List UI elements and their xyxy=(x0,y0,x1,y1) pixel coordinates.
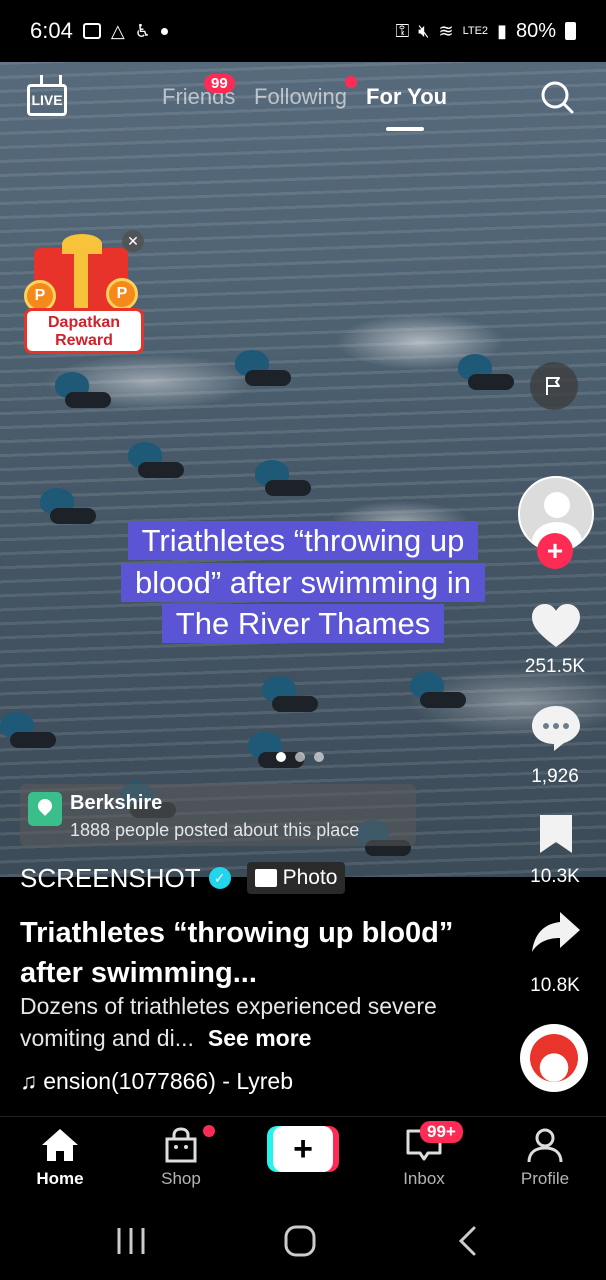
save-count: 10.3K xyxy=(530,866,580,887)
bookmark-icon[interactable] xyxy=(537,812,575,856)
status-bar: 6:04 △ ♿ ⚿ 🔇︎ ≋ LTE2 ▮ 80% xyxy=(0,0,606,62)
friends-badge: 99 xyxy=(204,74,235,93)
shopping-bag-icon xyxy=(165,1127,197,1163)
music-disc-art xyxy=(530,1034,578,1082)
profile-icon xyxy=(527,1128,563,1163)
follow-button[interactable]: + xyxy=(537,533,573,569)
overlay-line-text: The River Thames xyxy=(161,604,445,643)
create-post-button[interactable]: + xyxy=(267,1126,339,1172)
photo-icon xyxy=(254,869,277,887)
overlay-line-text: blood” after swimming in xyxy=(121,563,485,602)
overlay-line: Triathletes “throwing up xyxy=(0,520,606,562)
home-button-icon[interactable] xyxy=(283,1224,317,1258)
overlay-line: blood” after swimming in xyxy=(0,562,606,604)
tab-home[interactable]: Home xyxy=(10,1127,110,1189)
swimmer-figure xyxy=(0,712,56,748)
tab-home-label: Home xyxy=(36,1169,84,1188)
carousel-dot xyxy=(314,752,324,762)
music-note-icon: ♫ xyxy=(20,1068,38,1094)
battery-percent: 80% xyxy=(515,19,556,42)
location-card[interactable]: Berkshire 1888 people posted about this … xyxy=(20,784,416,846)
active-tab-indicator xyxy=(386,127,424,131)
mute-icon: 🔇︎ xyxy=(418,20,430,41)
flag-icon xyxy=(546,377,560,395)
photo-type-pill: Photo xyxy=(246,862,346,894)
carousel-dot-active xyxy=(276,752,286,762)
swimmer-figure xyxy=(410,672,466,708)
swimmer-figure xyxy=(55,372,111,408)
comment-icon[interactable] xyxy=(530,704,582,752)
wifi-icon: ≋ xyxy=(438,20,454,41)
share-count: 10.8K xyxy=(530,975,580,996)
location-name: Berkshire xyxy=(70,792,163,814)
status-time: 6:04 xyxy=(30,18,73,43)
overlay-line-text: Triathletes “throwing up xyxy=(127,521,479,560)
gift-bow-icon xyxy=(62,234,102,254)
network-label: LTE2 xyxy=(462,25,489,37)
music-title: ension(1077866) - Lyreb xyxy=(43,1068,294,1094)
carousel-dot xyxy=(295,752,305,762)
signal-icon: ▮ xyxy=(497,20,507,41)
plus-icon: + xyxy=(273,1126,333,1172)
post-title[interactable]: Triathletes “throwing up blo0d” after sw… xyxy=(20,913,460,993)
tab-following[interactable]: Following xyxy=(254,84,347,110)
photo-type-label: Photo xyxy=(282,866,338,889)
live-icon[interactable]: LIVE xyxy=(27,84,67,116)
following-dot xyxy=(345,76,357,88)
swimmer-figure xyxy=(40,488,96,524)
verified-badge-icon: ✓ xyxy=(208,867,231,889)
music-disc-button[interactable] xyxy=(520,1024,588,1092)
accessibility-icon: ♿ xyxy=(134,20,151,41)
author-row: SCREENSHOT ✓ Photo xyxy=(20,862,346,894)
system-navigation-bar xyxy=(0,1200,606,1280)
home-icon xyxy=(42,1129,78,1161)
swimmer-figure xyxy=(458,354,514,390)
author-name[interactable]: SCREENSHOT xyxy=(20,863,201,894)
tab-inbox-label: Inbox xyxy=(403,1169,445,1188)
swimmer-figure xyxy=(235,350,291,386)
like-count: 251.5K xyxy=(524,656,586,677)
location-subtitle: 1888 people posted about this place xyxy=(70,820,360,840)
comment-count: 1,926 xyxy=(531,766,579,787)
live-label: LIVE xyxy=(31,92,63,108)
close-icon[interactable]: ✕ xyxy=(122,230,144,252)
tab-profile-label: Profile xyxy=(520,1169,570,1188)
recent-apps-icon[interactable] xyxy=(114,1226,148,1256)
coin-icon: P xyxy=(106,278,138,310)
gallery-icon xyxy=(82,23,101,39)
report-flag-button[interactable] xyxy=(530,362,578,410)
inbox-badge: 99+ xyxy=(420,1121,463,1143)
swimmer-figure xyxy=(128,442,184,478)
notification-dot-icon xyxy=(160,27,168,35)
alert-icon: △ xyxy=(110,20,125,41)
tab-for-you[interactable]: For You xyxy=(366,84,447,110)
reward-widget[interactable]: P P Dapatkan Reward ✕ xyxy=(14,230,146,358)
tab-shop-label: Shop xyxy=(161,1169,201,1188)
reward-label: Dapatkan Reward xyxy=(24,308,144,354)
reward-label-line1: Dapatkan xyxy=(47,314,121,331)
swimmer-figure xyxy=(262,676,318,712)
music-row[interactable]: ♫ ension(1077866) - Lyreb xyxy=(20,1068,330,1095)
back-icon[interactable] xyxy=(456,1226,480,1256)
carousel-dots xyxy=(276,752,324,762)
overlay-line: The River Thames xyxy=(0,603,606,645)
tab-shop[interactable]: Shop xyxy=(131,1127,231,1189)
location-pin-icon xyxy=(28,792,62,826)
share-icon[interactable] xyxy=(530,908,582,956)
see-more-link[interactable]: See more xyxy=(208,1025,312,1051)
tab-profile[interactable]: Profile xyxy=(495,1127,595,1189)
heart-icon[interactable] xyxy=(530,603,582,649)
shop-notification-dot xyxy=(203,1125,215,1137)
key-icon: ⚿ xyxy=(395,20,410,41)
search-icon[interactable] xyxy=(540,80,574,114)
battery-icon xyxy=(565,22,576,40)
reward-label-line2: Reward xyxy=(55,332,113,349)
swimmer-figure xyxy=(255,460,311,496)
post-description[interactable]: Dozens of triathletes experienced severe… xyxy=(20,990,480,1054)
